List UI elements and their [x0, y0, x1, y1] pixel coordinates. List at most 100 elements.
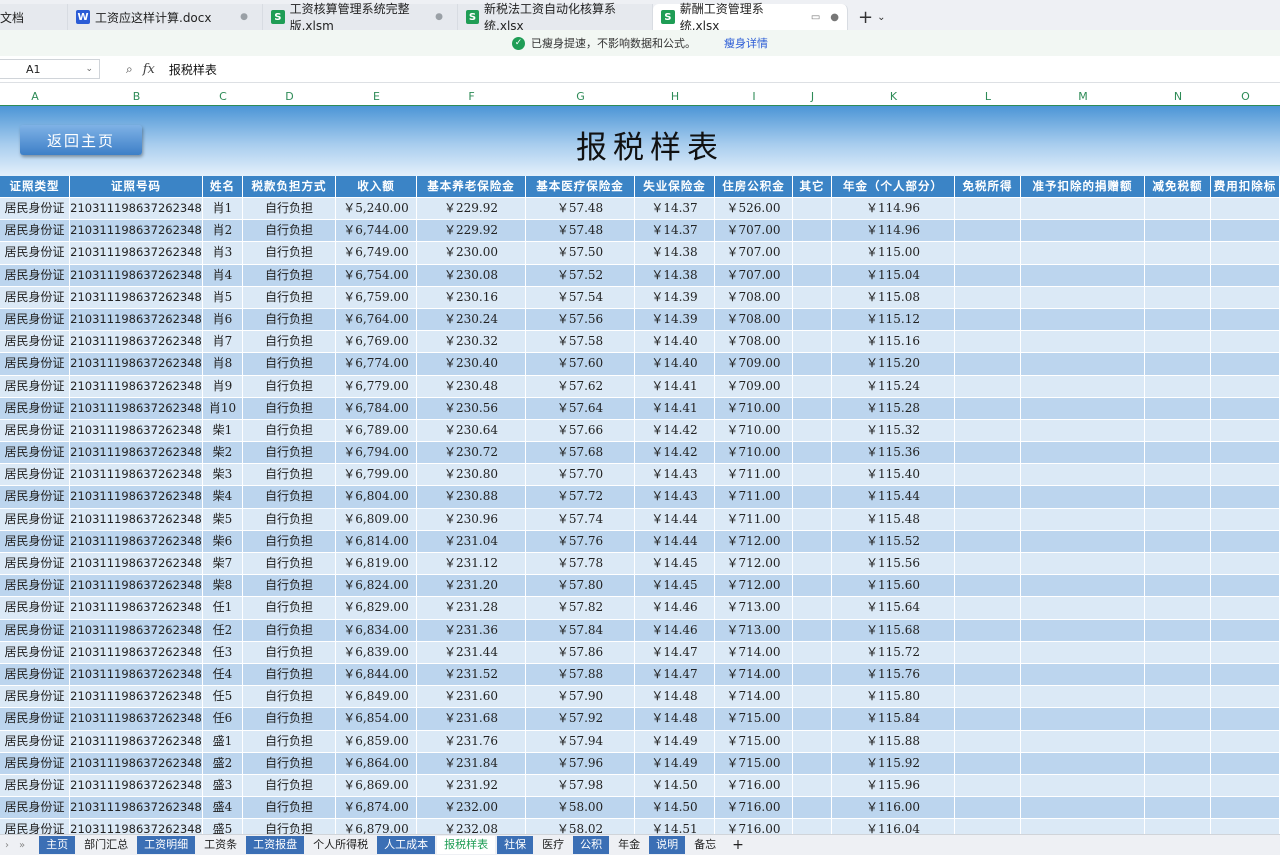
table-cell[interactable]: ￥231.36 — [417, 619, 526, 642]
table-cell[interactable]: 肖9 — [203, 375, 243, 398]
table-cell[interactable]: ￥710.00 — [715, 442, 793, 465]
table-cell[interactable]: ￥14.41 — [635, 397, 715, 420]
table-cell[interactable]: 自行负担 — [243, 774, 336, 798]
table-cell[interactable] — [955, 464, 1021, 487]
table-cell[interactable] — [793, 419, 832, 443]
table-cell[interactable]: 柴4 — [203, 486, 243, 509]
table-cell[interactable]: ￥707.00 — [715, 242, 793, 265]
table-cell[interactable] — [1021, 774, 1145, 798]
table-cell[interactable]: ￥57.52 — [526, 264, 635, 287]
table-cell[interactable] — [1211, 308, 1280, 332]
table-cell[interactable]: 柴1 — [203, 419, 243, 443]
table-cell[interactable]: ￥57.82 — [526, 597, 635, 620]
table-cell[interactable] — [1145, 752, 1211, 775]
header-cell[interactable]: 其它 — [793, 176, 832, 198]
table-cell[interactable]: ￥707.00 — [715, 264, 793, 287]
table-cell[interactable] — [955, 575, 1021, 598]
table-cell[interactable]: 210311198637262348 — [70, 419, 203, 443]
table-cell[interactable]: 自行负担 — [243, 464, 336, 487]
table-cell[interactable]: ￥6,839.00 — [336, 641, 417, 664]
table-cell[interactable] — [793, 353, 832, 376]
header-cell[interactable]: 年金（个人部分） — [832, 176, 955, 198]
table-cell[interactable] — [1211, 663, 1280, 687]
table-cell[interactable]: 居民身份证 — [0, 686, 70, 709]
table-cell[interactable]: ￥57.96 — [526, 752, 635, 775]
header-cell[interactable]: 姓名 — [203, 176, 243, 198]
table-cell[interactable] — [1021, 286, 1145, 309]
table-cell[interactable]: ￥6,759.00 — [336, 286, 417, 309]
table-cell[interactable]: ￥115.68 — [832, 619, 955, 642]
table-cell[interactable]: 居民身份证 — [0, 308, 70, 332]
table-cell[interactable]: ￥58.02 — [526, 819, 635, 834]
table-cell[interactable]: 自行负担 — [243, 242, 336, 265]
table-cell[interactable]: 210311198637262348 — [70, 353, 203, 376]
table-cell[interactable]: ￥57.70 — [526, 464, 635, 487]
column-header[interactable]: J — [793, 88, 832, 105]
table-cell[interactable]: 210311198637262348 — [70, 730, 203, 753]
table-cell[interactable]: ￥715.00 — [715, 752, 793, 775]
table-cell[interactable] — [793, 641, 832, 664]
table-cell[interactable]: ￥115.24 — [832, 375, 955, 398]
chevron-down-icon[interactable]: ⌄ — [85, 64, 93, 74]
table-cell[interactable]: ￥231.76 — [417, 730, 526, 753]
table-cell[interactable]: 自行负担 — [243, 375, 336, 398]
table-cell[interactable]: ￥116.00 — [832, 797, 955, 820]
table-cell[interactable]: ￥57.86 — [526, 641, 635, 664]
table-cell[interactable] — [1211, 397, 1280, 420]
table-cell[interactable]: ￥115.76 — [832, 663, 955, 687]
table-cell[interactable] — [955, 819, 1021, 834]
table-cell[interactable]: 自行负担 — [243, 508, 336, 531]
table-cell[interactable]: ￥231.68 — [417, 708, 526, 731]
table-cell[interactable] — [1145, 797, 1211, 820]
table-cell[interactable]: 居民身份证 — [0, 220, 70, 243]
table-cell[interactable]: ￥14.46 — [635, 619, 715, 642]
table-cell[interactable] — [793, 375, 832, 398]
table-cell[interactable]: ￥714.00 — [715, 663, 793, 687]
table-cell[interactable]: ￥57.88 — [526, 663, 635, 687]
table-cell[interactable]: ￥115.20 — [832, 353, 955, 376]
table-cell[interactable]: 任3 — [203, 641, 243, 664]
table-cell[interactable]: 自行负担 — [243, 553, 336, 576]
table-cell[interactable] — [955, 597, 1021, 620]
table-cell[interactable] — [1145, 730, 1211, 753]
table-cell[interactable] — [793, 508, 832, 531]
document-tab[interactable]: 文档 — [0, 4, 68, 30]
table-cell[interactable]: 自行负担 — [243, 575, 336, 598]
table-cell[interactable] — [955, 686, 1021, 709]
table-cell[interactable]: ￥710.00 — [715, 419, 793, 443]
header-cell[interactable]: 失业保险金 — [635, 176, 715, 198]
table-cell[interactable]: 210311198637262348 — [70, 198, 203, 221]
table-cell[interactable]: 210311198637262348 — [70, 597, 203, 620]
sheet-tab[interactable]: 公积 — [573, 836, 610, 854]
table-cell[interactable]: 肖5 — [203, 286, 243, 309]
table-cell[interactable]: 自行负担 — [243, 641, 336, 664]
table-cell[interactable]: ￥6,744.00 — [336, 220, 417, 243]
table-cell[interactable]: ￥230.80 — [417, 464, 526, 487]
header-cell[interactable]: 收入额 — [336, 176, 417, 198]
table-cell[interactable]: 任2 — [203, 619, 243, 642]
table-cell[interactable]: ￥230.64 — [417, 419, 526, 443]
table-cell[interactable]: 肖7 — [203, 331, 243, 354]
table-cell[interactable]: ￥712.00 — [715, 553, 793, 576]
header-cell[interactable]: 基本医疗保险金 — [526, 176, 635, 198]
table-cell[interactable] — [1211, 708, 1280, 731]
table-cell[interactable]: ￥229.92 — [417, 198, 526, 221]
table-cell[interactable]: ￥57.72 — [526, 486, 635, 509]
chevron-down-icon[interactable]: ⌄ — [877, 4, 885, 30]
table-cell[interactable]: 210311198637262348 — [70, 663, 203, 687]
table-cell[interactable] — [793, 553, 832, 576]
table-cell[interactable] — [1211, 486, 1280, 509]
table-cell[interactable] — [1145, 242, 1211, 265]
table-cell[interactable]: 居民身份证 — [0, 198, 70, 221]
sheet-tab[interactable]: 社保 — [497, 836, 534, 854]
table-cell[interactable]: 肖2 — [203, 220, 243, 243]
table-cell[interactable]: ￥57.48 — [526, 220, 635, 243]
table-cell[interactable]: 居民身份证 — [0, 397, 70, 420]
table-cell[interactable] — [793, 730, 832, 753]
table-cell[interactable]: ￥6,869.00 — [336, 774, 417, 798]
table-cell[interactable]: ￥6,754.00 — [336, 264, 417, 287]
table-cell[interactable]: ￥6,789.00 — [336, 419, 417, 443]
table-cell[interactable]: ￥115.56 — [832, 553, 955, 576]
table-cell[interactable]: 自行负担 — [243, 397, 336, 420]
header-cell[interactable]: 基本养老保险金 — [417, 176, 526, 198]
